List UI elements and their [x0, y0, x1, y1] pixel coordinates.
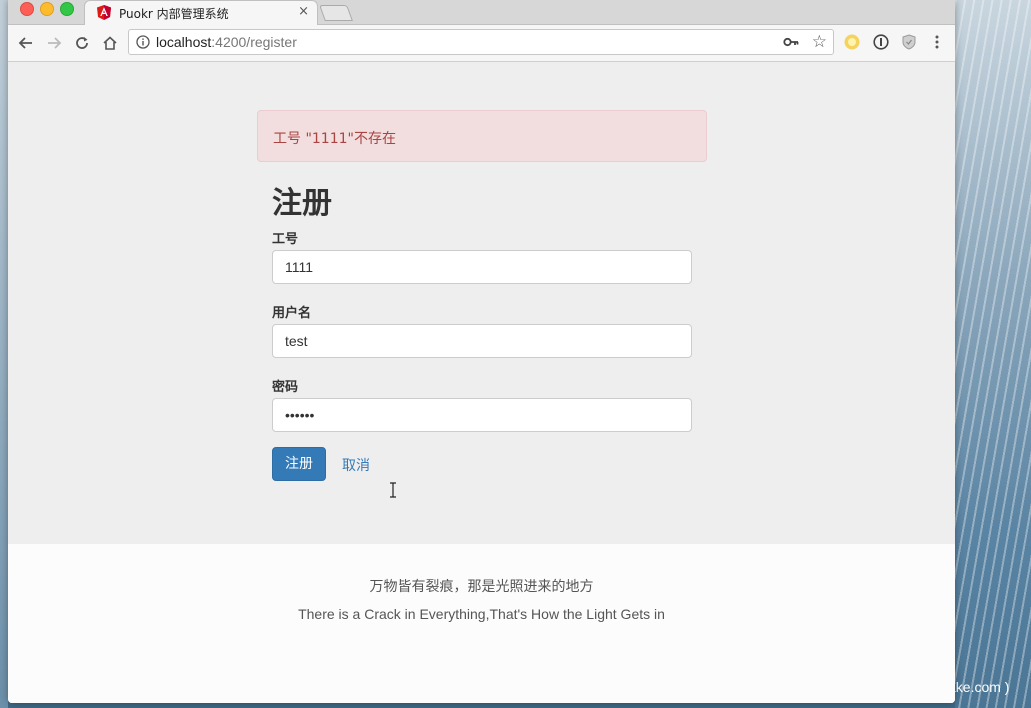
extension-shield-icon[interactable] — [901, 34, 917, 50]
password-input[interactable]: •••••• — [272, 398, 692, 432]
register-button[interactable]: 注册 — [272, 447, 326, 481]
info-icon[interactable] — [136, 35, 150, 49]
page-content: 工号 "1111"不存在 注册 工号 1111 用户名 test 密码 ••••… — [8, 62, 955, 703]
desktop-watermark: ake.com ) — [948, 679, 1010, 695]
forward-icon[interactable] — [44, 33, 64, 53]
page-footer: 万物皆有裂痕，那是光照进来的地方 There is a Crack in Eve… — [8, 544, 955, 703]
browser-toolbar: localhost:4200/register ☆ — [8, 25, 955, 62]
window-close-button[interactable] — [20, 2, 34, 16]
alert-message: 工号 "1111"不存在 — [273, 131, 396, 147]
username-label: 用户名 — [272, 306, 312, 321]
back-icon[interactable] — [16, 33, 36, 53]
text-cursor-icon — [390, 482, 396, 498]
username-input[interactable]: test — [272, 324, 692, 358]
url-rest: :4200/register — [211, 34, 297, 50]
tab-close-icon[interactable]: × — [298, 4, 309, 19]
browser-tab[interactable]: Puokr 内部管理系统 × — [84, 0, 318, 25]
extension-onepassword-icon[interactable] — [873, 34, 889, 50]
mac-menubar-right: 图南 — [920, 0, 1031, 18]
bookmark-star-icon[interactable]: ☆ — [812, 32, 827, 52]
browser-window: Puokr 内部管理系统 × localhost:4200/register ☆… — [8, 0, 955, 703]
employee-id-label: 工号 — [272, 232, 299, 247]
tab-strip: Puokr 内部管理系统 × — [8, 0, 955, 25]
cancel-link[interactable]: 取消 — [342, 455, 370, 475]
error-alert: 工号 "1111"不存在 — [257, 110, 707, 162]
window-minimize-button[interactable] — [40, 2, 54, 16]
new-tab-button[interactable] — [319, 5, 353, 21]
employee-id-input[interactable]: 1111 — [272, 250, 692, 284]
desktop-wallpaper-right — [955, 0, 1031, 708]
password-label: 密码 — [272, 380, 299, 395]
window-maximize-button[interactable] — [60, 2, 74, 16]
angular-icon — [97, 5, 111, 20]
desktop-wallpaper-left — [0, 0, 8, 708]
page-title: 注册 — [272, 186, 332, 221]
extension-yellow-icon[interactable] — [844, 34, 860, 50]
home-icon[interactable] — [100, 33, 120, 53]
footer-motto-en: There is a Crack in Everything,That's Ho… — [298, 606, 665, 622]
url-text: localhost:4200/register — [156, 34, 297, 50]
tab-title: Puokr 内部管理系统 — [119, 7, 229, 21]
browser-menu-icon[interactable] — [929, 34, 945, 50]
footer-motto-zh: 万物皆有裂痕，那是光照进来的地方 — [369, 579, 594, 595]
url-host: localhost — [156, 34, 212, 50]
reload-icon[interactable] — [72, 33, 92, 53]
address-bar[interactable]: localhost:4200/register ☆ — [128, 29, 834, 55]
key-icon[interactable] — [783, 35, 799, 49]
